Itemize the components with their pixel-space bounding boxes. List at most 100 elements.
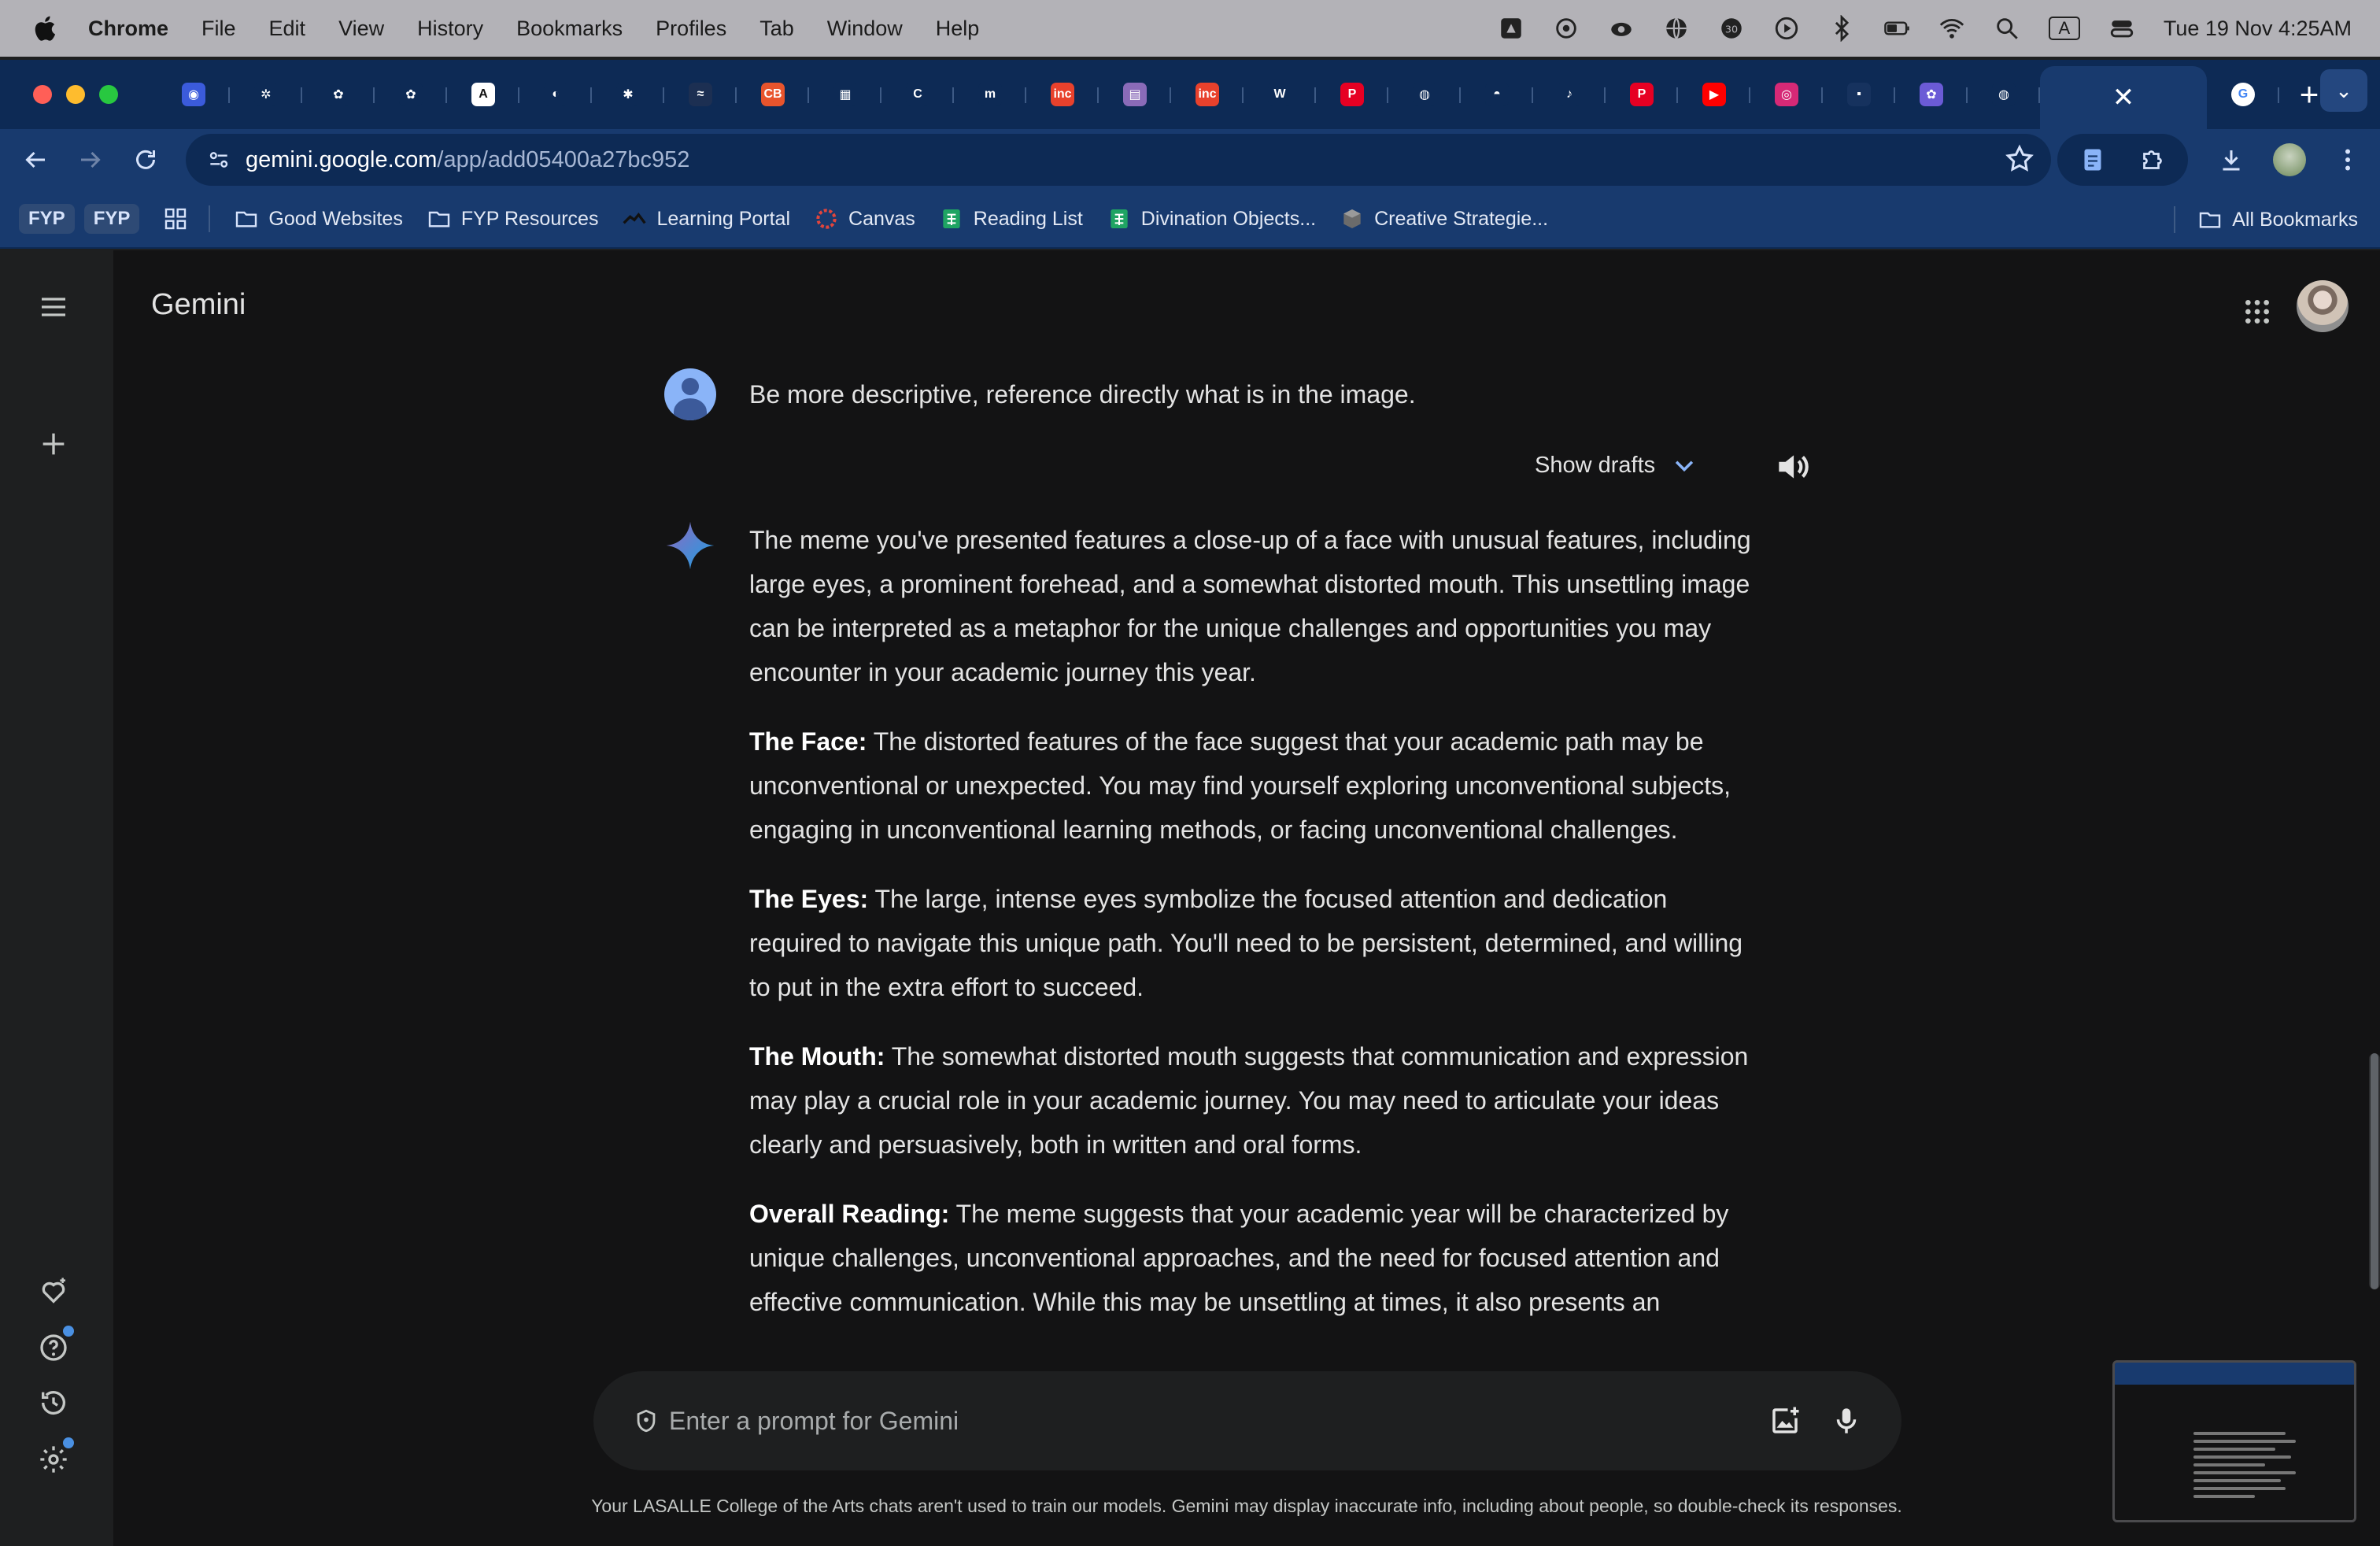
extensions-button[interactable] xyxy=(2125,132,2180,187)
menu-window[interactable]: Window xyxy=(827,17,903,41)
menu-history[interactable]: History xyxy=(417,17,483,41)
reload-button[interactable] xyxy=(118,132,173,187)
gemini-app: Gemini Be more descriptive, reference di… xyxy=(0,250,2380,1546)
pinned-tab[interactable]: inc xyxy=(1026,68,1099,120)
close-window-button[interactable] xyxy=(33,85,52,104)
bookmark-chip-fyp-2[interactable]: FYP xyxy=(83,204,140,234)
site-settings-icon[interactable] xyxy=(195,136,242,183)
all-bookmarks[interactable]: All Bookmarks xyxy=(2197,207,2358,232)
creative-cloud-icon[interactable] xyxy=(1608,15,1635,42)
toolbar-right xyxy=(2057,129,2380,190)
menu-edit[interactable]: Edit xyxy=(269,17,306,41)
bookmark-divination-objects[interactable]: Divination Objects... xyxy=(1107,206,1316,231)
downloads-button[interactable] xyxy=(2204,132,2259,187)
tab-google[interactable]: G xyxy=(2207,68,2279,120)
zoom-window-button[interactable] xyxy=(99,85,118,104)
gem-manager-button[interactable] xyxy=(28,1266,79,1316)
pinned-tab[interactable]: ▶ xyxy=(1678,68,1750,120)
bluetooth-icon[interactable] xyxy=(1828,15,1855,42)
prompt-input[interactable] xyxy=(669,1406,1761,1436)
bookmark-chip-fyp-1[interactable]: FYP xyxy=(19,204,75,234)
tab-active-close[interactable]: ✕ xyxy=(2040,66,2207,129)
pinned-tab[interactable]: P xyxy=(1606,68,1678,120)
chrome-menu-button[interactable] xyxy=(2320,132,2375,187)
activity-button[interactable] xyxy=(28,1378,79,1428)
bookmark-reading-list[interactable]: Reading List xyxy=(939,206,1083,231)
pinned-tab[interactable]: ▤ xyxy=(1099,68,1171,120)
speaker-icon[interactable] xyxy=(1772,447,1812,486)
menu-app-name[interactable]: Chrome xyxy=(88,17,168,41)
bookmark-creative-strategies[interactable]: Creative Strategie... xyxy=(1340,206,1548,231)
bookmarks-separator xyxy=(2174,206,2176,233)
input-source-icon[interactable]: A xyxy=(2048,17,2080,40)
menu-help[interactable]: Help xyxy=(936,17,980,41)
menu-bookmarks[interactable]: Bookmarks xyxy=(516,17,623,41)
scrollbar-thumb[interactable] xyxy=(2371,1053,2378,1289)
menu-file[interactable]: File xyxy=(201,17,236,41)
openai-icon[interactable] xyxy=(1553,15,1580,42)
drive-icon[interactable] xyxy=(1498,15,1524,42)
apple-icon[interactable] xyxy=(31,14,57,43)
docs-extension-button[interactable] xyxy=(2065,132,2120,187)
add-image-button[interactable] xyxy=(1761,1397,1809,1444)
forward-button[interactable] xyxy=(63,132,118,187)
pinned-tab[interactable]: m xyxy=(954,68,1026,120)
pinned-tab[interactable]: P xyxy=(1316,68,1388,120)
show-drafts-button[interactable]: Show drafts xyxy=(1535,452,1698,479)
pinned-tab[interactable]: ◐ xyxy=(519,68,592,120)
settings-button[interactable] xyxy=(28,1434,79,1485)
bookmark-learning-portal[interactable]: Learning Portal xyxy=(622,206,790,231)
pinned-tab[interactable]: ◍ xyxy=(1388,68,1461,120)
bookmark-star-icon[interactable] xyxy=(2004,143,2035,175)
pinned-tab[interactable]: ≈ xyxy=(664,68,737,120)
pinned-tab[interactable]: C xyxy=(881,68,954,120)
new-chat-button[interactable] xyxy=(28,419,79,469)
pinned-tab[interactable]: ✿ xyxy=(1895,68,1968,120)
wifi-icon[interactable] xyxy=(1938,15,1965,42)
bookmark-canvas[interactable]: Canvas xyxy=(814,206,915,231)
play-icon[interactable] xyxy=(1773,15,1800,42)
globe-icon[interactable] xyxy=(1663,15,1690,42)
pinned-tab[interactable]: W xyxy=(1244,68,1316,120)
pinterest-icon: P xyxy=(1630,83,1654,106)
menu-view[interactable]: View xyxy=(338,17,384,41)
pinned-tab[interactable]: A xyxy=(447,68,519,120)
menubar-clock[interactable]: Tue 19 Nov 4:25AM xyxy=(2164,17,2352,41)
pinned-tab[interactable]: ◎ xyxy=(1750,68,1823,120)
menu-profiles[interactable]: Profiles xyxy=(656,17,726,41)
pinned-tab[interactable]: ▦ xyxy=(809,68,881,120)
bookmark-good-websites[interactable]: Good Websites xyxy=(234,206,403,231)
microphone-button[interactable] xyxy=(1823,1397,1870,1444)
bookmark-label: Canvas xyxy=(848,207,915,230)
pinned-tab[interactable]: ✱ xyxy=(592,68,664,120)
minimize-window-button[interactable] xyxy=(66,85,85,104)
pinned-tab[interactable]: ◓ xyxy=(1461,68,1533,120)
screenshot-preview-thumbnail[interactable] xyxy=(2112,1360,2356,1522)
control-center-icon[interactable] xyxy=(2108,15,2135,42)
pinned-tab[interactable]: CB xyxy=(737,68,809,120)
google-apps-button[interactable] xyxy=(2235,290,2279,334)
address-bar[interactable]: gemini.google.com/app/add05400a27bc952 xyxy=(186,134,2051,186)
main-menu-button[interactable] xyxy=(28,282,79,332)
pinned-tab[interactable]: ▪ xyxy=(1823,68,1895,120)
pinned-tab[interactable]: inc xyxy=(1171,68,1244,120)
bookmark-fyp-resources[interactable]: FYP Resources xyxy=(427,206,598,231)
pinned-tab[interactable]: ✿ xyxy=(375,68,447,120)
pinned-tab[interactable]: ◍ xyxy=(1968,68,2040,120)
chrome-profile-avatar[interactable] xyxy=(2273,143,2306,176)
help-button[interactable] xyxy=(28,1322,79,1373)
battery-icon[interactable] xyxy=(1883,15,1910,42)
canvas-icon xyxy=(816,209,837,229)
pinned-tab[interactable]: ✲ xyxy=(230,68,302,120)
account-avatar[interactable] xyxy=(2297,280,2349,332)
tab-search-button[interactable]: ⌄ xyxy=(2320,69,2367,112)
url-text[interactable]: gemini.google.com/app/add05400a27bc952 xyxy=(246,147,689,173)
timer-icon[interactable]: 30 xyxy=(1718,15,1745,42)
pinned-tab[interactable]: ♪ xyxy=(1533,68,1606,120)
pinned-tab[interactable]: ✿ xyxy=(302,68,375,120)
pinned-tab[interactable]: ◉ xyxy=(157,68,230,120)
bookmark-apps[interactable] xyxy=(163,206,188,231)
spotlight-search-icon[interactable] xyxy=(1994,15,2020,42)
back-button[interactable] xyxy=(8,132,63,187)
menu-tab[interactable]: Tab xyxy=(759,17,794,41)
